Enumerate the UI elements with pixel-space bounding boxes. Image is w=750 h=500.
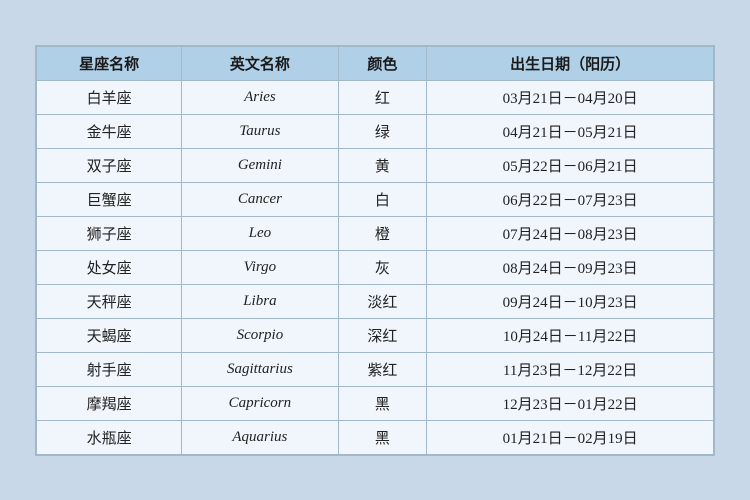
table-cell: 12月23日－01月22日 xyxy=(427,386,714,420)
table-row: 射手座Sagittarius紫红11月23日－12月22日 xyxy=(37,352,714,386)
table-cell: 红 xyxy=(338,80,427,114)
table-header-cell: 英文名称 xyxy=(182,46,338,80)
zodiac-table-container: 星座名称英文名称颜色出生日期（阳历） 白羊座Aries红03月21日－04月20… xyxy=(35,45,715,456)
table-cell: 绿 xyxy=(338,114,427,148)
table-cell: 10月24日－11月22日 xyxy=(427,318,714,352)
table-cell: 06月22日－07月23日 xyxy=(427,182,714,216)
table-cell: 天蝎座 xyxy=(37,318,182,352)
table-cell: 04月21日－05月21日 xyxy=(427,114,714,148)
table-cell: 黄 xyxy=(338,148,427,182)
table-cell: 水瓶座 xyxy=(37,420,182,454)
table-cell: 11月23日－12月22日 xyxy=(427,352,714,386)
table-cell: Capricorn xyxy=(182,386,338,420)
table-cell: 巨蟹座 xyxy=(37,182,182,216)
table-cell: 处女座 xyxy=(37,250,182,284)
table-header-row: 星座名称英文名称颜色出生日期（阳历） xyxy=(37,46,714,80)
table-cell: 深红 xyxy=(338,318,427,352)
table-cell: 03月21日－04月20日 xyxy=(427,80,714,114)
table-header-cell: 颜色 xyxy=(338,46,427,80)
table-cell: Leo xyxy=(182,216,338,250)
table-row: 白羊座Aries红03月21日－04月20日 xyxy=(37,80,714,114)
table-row: 天蝎座Scorpio深红10月24日－11月22日 xyxy=(37,318,714,352)
table-row: 金牛座Taurus绿04月21日－05月21日 xyxy=(37,114,714,148)
table-header-cell: 星座名称 xyxy=(37,46,182,80)
table-cell: 08月24日－09月23日 xyxy=(427,250,714,284)
zodiac-table: 星座名称英文名称颜色出生日期（阳历） 白羊座Aries红03月21日－04月20… xyxy=(36,46,714,455)
table-cell: 白 xyxy=(338,182,427,216)
table-cell: 黑 xyxy=(338,420,427,454)
table-row: 摩羯座Capricorn黑12月23日－01月22日 xyxy=(37,386,714,420)
table-cell: Taurus xyxy=(182,114,338,148)
table-row: 水瓶座Aquarius黑01月21日－02月19日 xyxy=(37,420,714,454)
table-cell: 白羊座 xyxy=(37,80,182,114)
table-cell: Sagittarius xyxy=(182,352,338,386)
table-header-cell: 出生日期（阳历） xyxy=(427,46,714,80)
table-cell: 淡红 xyxy=(338,284,427,318)
table-cell: Libra xyxy=(182,284,338,318)
table-cell: Cancer xyxy=(182,182,338,216)
table-row: 天秤座Libra淡红09月24日－10月23日 xyxy=(37,284,714,318)
table-cell: 橙 xyxy=(338,216,427,250)
table-cell: Scorpio xyxy=(182,318,338,352)
table-row: 处女座Virgo灰08月24日－09月23日 xyxy=(37,250,714,284)
table-cell: 07月24日－08月23日 xyxy=(427,216,714,250)
table-cell: 01月21日－02月19日 xyxy=(427,420,714,454)
table-row: 巨蟹座Cancer白06月22日－07月23日 xyxy=(37,182,714,216)
table-row: 狮子座Leo橙07月24日－08月23日 xyxy=(37,216,714,250)
table-cell: 双子座 xyxy=(37,148,182,182)
table-cell: 05月22日－06月21日 xyxy=(427,148,714,182)
table-cell: 黑 xyxy=(338,386,427,420)
table-cell: 狮子座 xyxy=(37,216,182,250)
table-cell: 天秤座 xyxy=(37,284,182,318)
table-row: 双子座Gemini黄05月22日－06月21日 xyxy=(37,148,714,182)
table-cell: 09月24日－10月23日 xyxy=(427,284,714,318)
table-cell: Gemini xyxy=(182,148,338,182)
table-cell: 灰 xyxy=(338,250,427,284)
table-cell: Virgo xyxy=(182,250,338,284)
table-cell: 紫红 xyxy=(338,352,427,386)
table-cell: 射手座 xyxy=(37,352,182,386)
table-cell: 金牛座 xyxy=(37,114,182,148)
table-cell: 摩羯座 xyxy=(37,386,182,420)
table-cell: Aries xyxy=(182,80,338,114)
table-cell: Aquarius xyxy=(182,420,338,454)
